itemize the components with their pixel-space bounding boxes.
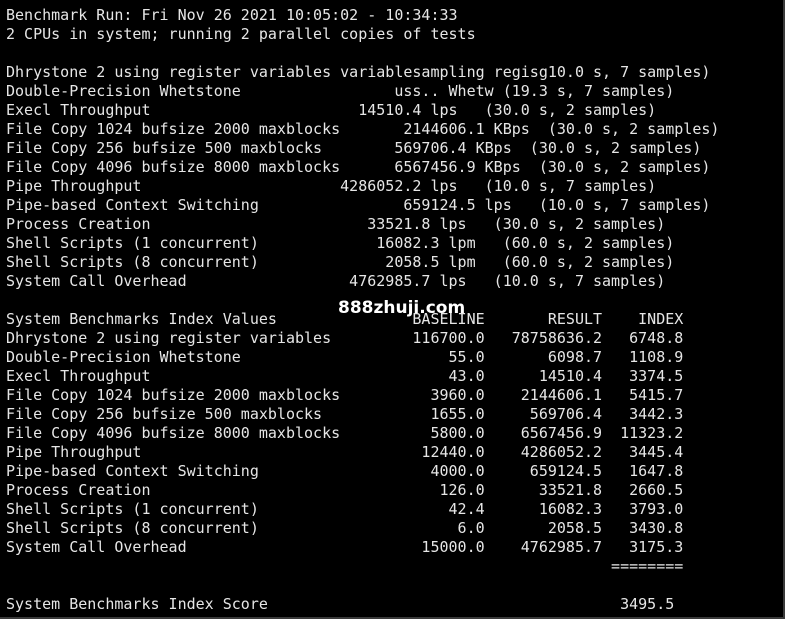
index-row: Dhrystone 2 using register variables 116… [6, 329, 684, 347]
raw-result-line: Pipe-based Context Switching 659124.5 lp… [6, 196, 711, 214]
raw-result-line: Dhrystone 2 using register variables var… [6, 63, 711, 81]
index-row: Process Creation 126.0 33521.8 2660.5 [6, 481, 684, 499]
index-row: Execl Throughput 43.0 14510.4 3374.5 [6, 367, 684, 385]
index-row: System Call Overhead 15000.0 4762985.7 3… [6, 538, 684, 556]
benchmark-run-line: Benchmark Run: Fri Nov 26 2021 10:05:02 … [6, 6, 458, 24]
index-row: Shell Scripts (8 concurrent) 6.0 2058.5 … [6, 519, 684, 537]
index-row: File Copy 256 bufsize 500 maxblocks 1655… [6, 405, 684, 423]
raw-result-line: System Call Overhead 4762985.7 lps (10.0… [6, 272, 666, 290]
raw-result-line: File Copy 1024 bufsize 2000 maxblocks 21… [6, 120, 720, 138]
raw-result-line: File Copy 4096 bufsize 8000 maxblocks 65… [6, 158, 711, 176]
index-row: File Copy 1024 bufsize 2000 maxblocks 39… [6, 386, 684, 404]
index-row: Shell Scripts (1 concurrent) 42.4 16082.… [6, 500, 684, 518]
site-watermark: 888zhuji.com [338, 298, 466, 318]
raw-result-line: Process Creation 33521.8 lps (30.0 s, 2 … [6, 215, 666, 233]
index-row: Double-Precision Whetstone 55.0 6098.7 1… [6, 348, 684, 366]
raw-result-line: Shell Scripts (1 concurrent) 16082.3 lpm… [6, 234, 675, 252]
score-separator: ======== [6, 557, 684, 575]
raw-result-line: Execl Throughput 14510.4 lps (30.0 s, 2 … [6, 101, 657, 119]
raw-result-line: Pipe Throughput 4286052.2 lps (10.0 s, 7… [6, 177, 657, 195]
raw-result-line: File Copy 256 bufsize 500 maxblocks 5697… [6, 139, 702, 157]
raw-result-line: Double-Precision Whetstone uss.. Whetw (… [6, 82, 675, 100]
index-row: File Copy 4096 bufsize 8000 maxblocks 58… [6, 424, 684, 442]
index-row: Pipe-based Context Switching 4000.0 6591… [6, 462, 684, 480]
cpu-info-line: 2 CPUs in system; running 2 parallel cop… [6, 25, 476, 43]
index-score-line: System Benchmarks Index Score 3495.5 [6, 595, 675, 613]
raw-result-line: Shell Scripts (8 concurrent) 2058.5 lpm … [6, 253, 675, 271]
index-row: Pipe Throughput 12440.0 4286052.2 3445.4 [6, 443, 684, 461]
